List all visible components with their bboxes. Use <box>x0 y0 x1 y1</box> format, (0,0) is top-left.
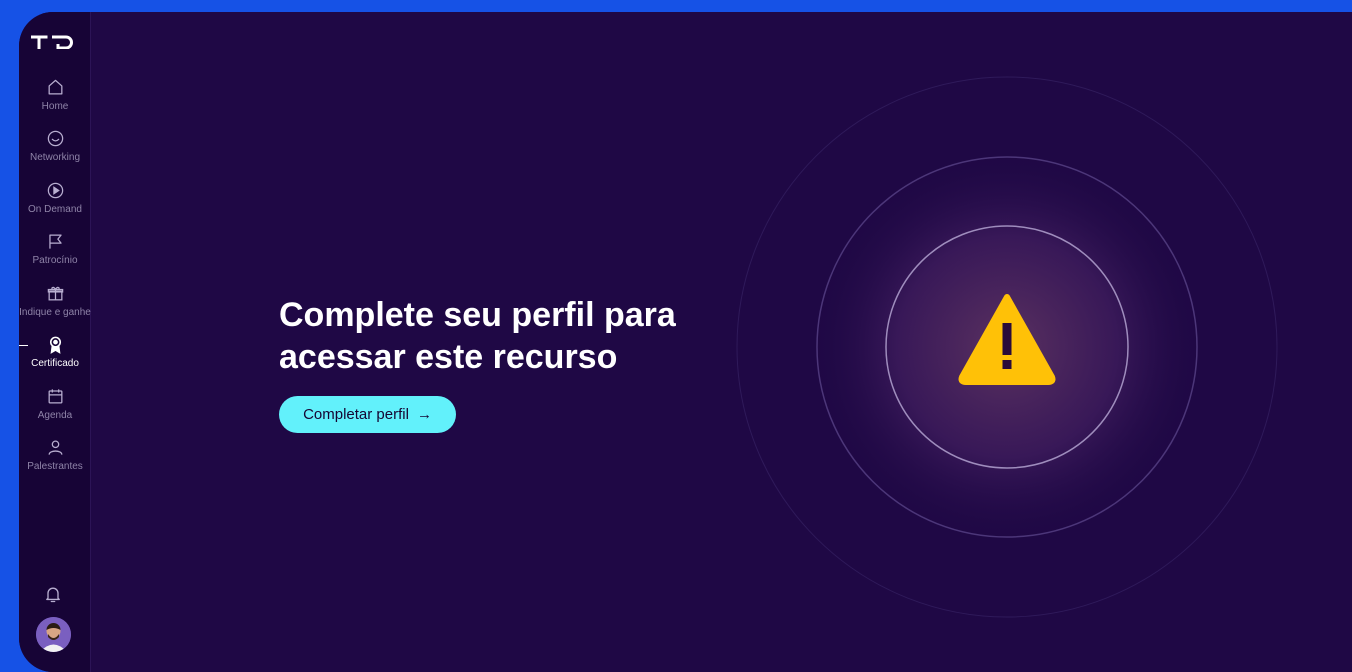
sidebar-item-label: Patrocínio <box>32 255 78 266</box>
sidebar-item-palestrantes[interactable]: Palestrantes <box>19 438 91 472</box>
avatar-image <box>36 617 71 652</box>
sidebar-item-label: On Demand <box>28 204 82 215</box>
td-logo[interactable] <box>31 35 77 49</box>
complete-profile-button-label: Completar perfil <box>303 406 409 423</box>
sidebar-item-label: Palestrantes <box>27 461 83 472</box>
sidebar-item-patrocinio[interactable]: Patrocínio <box>19 232 91 266</box>
sidebar-item-on-demand[interactable]: On Demand <box>19 181 91 215</box>
calendar-icon <box>48 389 62 404</box>
gift-icon <box>47 286 63 301</box>
flag-icon <box>48 234 62 249</box>
active-item-indicator <box>19 345 28 346</box>
sidebar-item-agenda[interactable]: Agenda <box>19 387 91 421</box>
app-window: Home Networking On Demand Patrocínio Ind… <box>19 12 1352 672</box>
sidebar: Home Networking On Demand Patrocínio Ind… <box>19 12 91 672</box>
arrow-right-icon: → <box>416 406 432 423</box>
sidebar-item-label: Agenda <box>37 410 73 421</box>
sidebar-item-home[interactable]: Home <box>19 78 91 112</box>
complete-profile-button[interactable]: Completar perfil → <box>279 396 456 433</box>
user-avatar[interactable] <box>36 617 71 652</box>
main-content: Complete seu perfil para acessar este re… <box>92 12 1352 672</box>
award-icon <box>49 336 61 354</box>
sidebar-item-label: Indique e ganhe <box>19 307 91 318</box>
sidebar-item-certificado[interactable]: Certificado <box>19 335 91 369</box>
smile-icon <box>47 130 63 147</box>
bell-icon[interactable] <box>43 584 63 604</box>
sidebar-item-label: Certificado <box>31 358 79 369</box>
page-title: Complete seu perfil para acessar este re… <box>279 296 676 376</box>
warning-illustration <box>736 76 1278 618</box>
sidebar-item-indique-e-ganhe[interactable]: Indique e ganhe <box>19 284 91 318</box>
play-circle-icon <box>47 182 63 199</box>
sidebar-item-label: Networking <box>29 152 81 163</box>
sidebar-item-label: Home <box>41 101 69 112</box>
user-icon <box>48 440 62 455</box>
sidebar-item-networking[interactable]: Networking <box>19 129 91 163</box>
home-icon <box>48 79 62 95</box>
